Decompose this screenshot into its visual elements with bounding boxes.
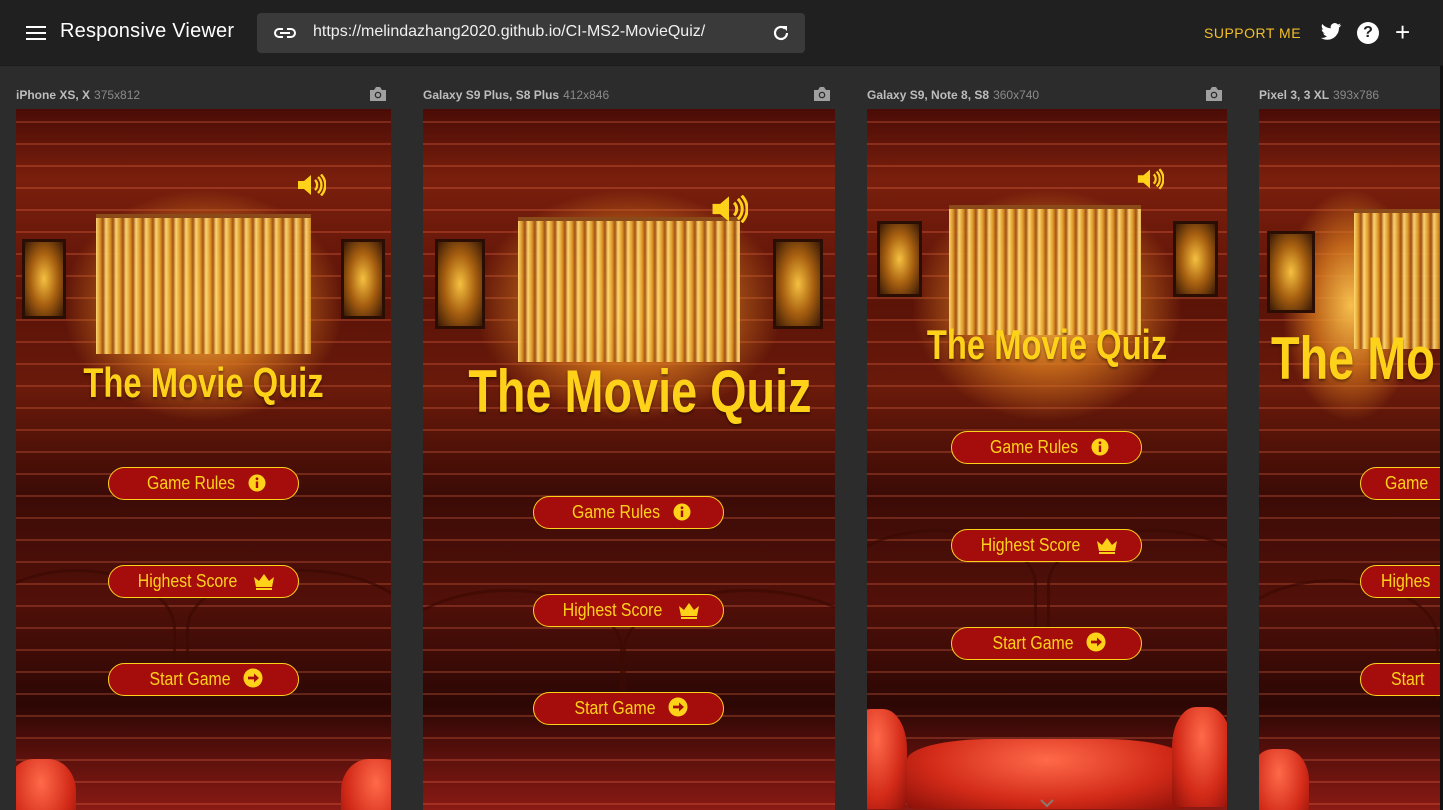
menu-icon[interactable] bbox=[26, 25, 46, 41]
start-game-button[interactable]: Start bbox=[1360, 663, 1443, 696]
red-seat bbox=[16, 759, 76, 810]
device-frame-galaxy-s9-plus: Galaxy S9 Plus, S8 Plus 412x846 The Movie… bbox=[423, 84, 835, 810]
device-screen: The Movie Quiz Game Rules Highest Score … bbox=[423, 109, 835, 810]
camera-icon[interactable] bbox=[369, 86, 387, 102]
info-icon bbox=[673, 503, 691, 521]
arrow-circle-right-icon bbox=[668, 697, 688, 717]
wall-panel bbox=[773, 239, 823, 329]
button-label: Highest Score bbox=[563, 600, 663, 620]
wall-panel bbox=[1173, 221, 1218, 297]
device-frame-galaxy-s9: Galaxy S9, Note 8, S8 360x740 The Movie Q… bbox=[867, 84, 1227, 810]
device-name: Pixel 3, 3 XL 393x786 bbox=[1259, 88, 1380, 102]
device-screen: The Movie Quiz Game Rules Highest Score … bbox=[16, 109, 391, 810]
wall-panel bbox=[22, 239, 66, 319]
crown-icon bbox=[253, 574, 274, 590]
info-icon bbox=[1091, 438, 1109, 456]
url-bar[interactable]: https://melindazhang2020.github.io/CI-MS… bbox=[257, 13, 805, 53]
quiz-title: The Movie Quiz bbox=[468, 358, 812, 425]
wall-panel bbox=[435, 239, 485, 329]
volume-icon[interactable] bbox=[710, 195, 748, 223]
device-screen: The Movie Quiz Game Rules Highest Score … bbox=[867, 109, 1227, 810]
crown-icon bbox=[678, 603, 699, 619]
highest-score-button[interactable]: Highes bbox=[1360, 565, 1443, 598]
highest-score-button[interactable]: Highest Score bbox=[951, 529, 1142, 562]
button-label: Game Rules bbox=[571, 502, 661, 522]
start-game-button[interactable]: Start Game bbox=[951, 627, 1142, 660]
button-label: Game bbox=[1385, 473, 1429, 493]
crown-icon bbox=[1096, 538, 1117, 554]
arrow-circle-right-icon bbox=[1086, 632, 1106, 652]
quiz-title-clipped: The Mo bbox=[1271, 325, 1435, 392]
quiz-title: The Movie Quiz bbox=[83, 359, 324, 406]
chevron-down-icon[interactable] bbox=[1039, 798, 1055, 808]
highest-score-button[interactable]: Highest Score bbox=[533, 594, 724, 627]
wall-panel bbox=[877, 221, 922, 297]
device-size: 412x846 bbox=[563, 88, 610, 102]
button-label: Highest Score bbox=[981, 535, 1081, 555]
link-icon bbox=[274, 28, 296, 38]
device-screen: The Mo Game Highes Start bbox=[1259, 109, 1443, 810]
device-name: Galaxy S9 Plus, S8 Plus 412x846 bbox=[423, 88, 610, 102]
game-rules-button[interactable]: Game Rules bbox=[951, 431, 1142, 464]
device-name: Galaxy S9, Note 8, S8 360x740 bbox=[867, 88, 1040, 102]
game-rules-button[interactable]: Game Rules bbox=[533, 496, 724, 529]
button-label: Start Game bbox=[574, 698, 656, 718]
button-label: Game Rules bbox=[989, 437, 1079, 457]
twitter-icon[interactable] bbox=[1320, 22, 1342, 42]
button-label: Start Game bbox=[149, 669, 231, 689]
responsive-viewer-app: Responsive Viewer https://melindazhang20… bbox=[0, 0, 1443, 810]
device-header: Pixel 3, 3 XL 393x786 bbox=[1259, 84, 1443, 108]
wall-panel bbox=[1267, 231, 1315, 313]
url-text[interactable]: https://melindazhang2020.github.io/CI-MS… bbox=[313, 23, 705, 41]
top-toolbar: Responsive Viewer https://melindazhang20… bbox=[0, 0, 1443, 66]
button-label: Start bbox=[1391, 669, 1425, 689]
device-size: 360x740 bbox=[993, 88, 1040, 102]
red-seat bbox=[1172, 707, 1227, 807]
game-rules-button[interactable]: Game Rules bbox=[108, 467, 299, 500]
red-seat bbox=[867, 709, 907, 809]
volume-icon[interactable] bbox=[1136, 168, 1164, 190]
game-rules-button[interactable]: Game bbox=[1360, 467, 1443, 500]
camera-icon[interactable] bbox=[1205, 86, 1223, 102]
plus-icon[interactable]: + bbox=[1395, 19, 1413, 45]
start-game-button[interactable]: Start Game bbox=[108, 663, 299, 696]
device-frame-pixel-3: Pixel 3, 3 XL 393x786 The Mo Game Highes … bbox=[1259, 84, 1443, 810]
device-header: Galaxy S9 Plus, S8 Plus 412x846 bbox=[423, 84, 835, 108]
app-title: Responsive Viewer bbox=[60, 20, 235, 42]
button-label: Highest Score bbox=[138, 571, 238, 591]
volume-icon[interactable] bbox=[296, 174, 326, 196]
device-header: Galaxy S9, Note 8, S8 360x740 bbox=[867, 84, 1227, 108]
support-me-link[interactable]: SUPPORT ME bbox=[1204, 25, 1301, 41]
red-seat bbox=[1259, 749, 1309, 810]
stage-curtain bbox=[96, 214, 311, 354]
arrow-circle-right-icon bbox=[243, 668, 263, 688]
camera-icon[interactable] bbox=[813, 86, 831, 102]
start-game-button[interactable]: Start Game bbox=[533, 692, 724, 725]
device-frame-iphone-xs: iPhone XS, X 375x812 The Movie Quiz Game … bbox=[16, 84, 391, 810]
info-icon bbox=[248, 474, 266, 492]
red-seat bbox=[341, 759, 391, 810]
device-name: iPhone XS, X 375x812 bbox=[16, 88, 141, 102]
device-header: iPhone XS, X 375x812 bbox=[16, 84, 391, 108]
wall-panel bbox=[341, 239, 385, 319]
highest-score-button[interactable]: Highest Score bbox=[108, 565, 299, 598]
reload-icon[interactable] bbox=[771, 23, 791, 43]
quiz-title: The Movie Quiz bbox=[926, 321, 1168, 368]
device-size: 375x812 bbox=[94, 88, 141, 102]
button-label: Start Game bbox=[992, 633, 1074, 653]
device-size: 393x786 bbox=[1333, 88, 1380, 102]
stage-curtain bbox=[518, 217, 740, 362]
button-label: Game Rules bbox=[146, 473, 236, 493]
stage-curtain bbox=[949, 205, 1141, 335]
button-label: Highes bbox=[1381, 571, 1431, 591]
help-icon[interactable]: ? bbox=[1357, 22, 1379, 44]
